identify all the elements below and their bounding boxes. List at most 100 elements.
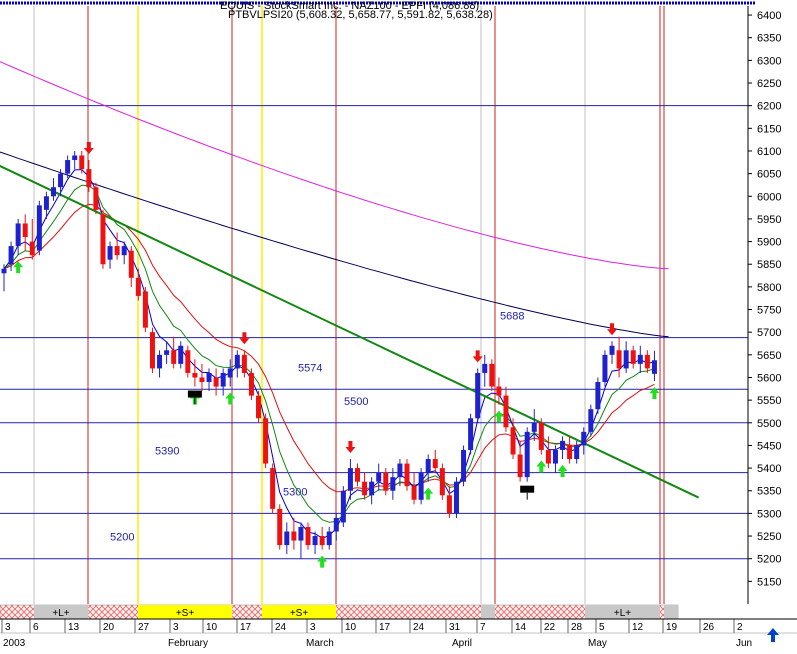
candle-body (241, 354, 247, 373)
y-tick-label: 6150 (757, 123, 781, 135)
candle-body (602, 354, 608, 383)
x-month-label: 2003 (3, 638, 26, 649)
band-row (0, 604, 679, 620)
y-tick-label: 6250 (757, 78, 781, 90)
candle-body (340, 490, 346, 523)
candle-body (58, 173, 64, 188)
y-tick-label: 5300 (757, 508, 781, 520)
y-tick-label: 5850 (757, 259, 781, 271)
candle-body (1, 268, 7, 274)
band-label: +L+ (52, 608, 69, 619)
x-day-label: 3 (310, 622, 316, 633)
candle-body (206, 372, 212, 383)
candle-body (256, 395, 262, 419)
band-label: +S+ (290, 608, 309, 619)
exit-marker-icon (187, 390, 202, 398)
candle-body (29, 241, 35, 256)
y-tick-label: 5150 (757, 576, 781, 588)
candle-body (489, 363, 495, 387)
y-tick-label: 6200 (757, 101, 781, 113)
candle-body (425, 459, 431, 473)
candle-body (637, 354, 643, 364)
candle-body (164, 350, 170, 355)
x-day-label: 24 (413, 622, 425, 633)
candle-body (560, 440, 566, 450)
candle-body (432, 459, 438, 469)
y-tick-label: 5200 (757, 554, 781, 566)
candle-body (312, 536, 318, 546)
candle-body (227, 368, 233, 378)
x-day-label: 6 (33, 622, 39, 633)
x-month-label: February (168, 638, 208, 649)
x-day-label: 26 (703, 622, 715, 633)
candle-body (552, 449, 558, 464)
candle-body (128, 250, 134, 278)
candle-body (121, 246, 127, 256)
y-tick-label: 6100 (757, 146, 781, 158)
level-label: 5500 (344, 396, 368, 408)
candle-body (50, 187, 56, 197)
candle-body (178, 345, 184, 364)
candle-body (199, 377, 205, 383)
y-tick-label: 5550 (757, 395, 781, 407)
candle-body (93, 187, 99, 210)
up-arrow-icon (767, 628, 779, 642)
x-day-label: 17 (240, 622, 252, 633)
candle-body (22, 223, 28, 238)
level-label: 5574 (298, 362, 322, 374)
x-day-label: 19 (666, 622, 678, 633)
y-tick-label: 6300 (757, 55, 781, 67)
candle-body (79, 155, 85, 170)
y-tick-label: 5900 (757, 237, 781, 249)
x-day-label: 20 (103, 622, 115, 633)
x-day-label: 14 (515, 622, 527, 633)
candle-body (355, 468, 360, 482)
candle-body (651, 360, 657, 374)
candle-body (545, 449, 551, 464)
candle-body (277, 508, 283, 546)
candle-body (220, 372, 226, 387)
x-day-label: 3 (173, 622, 179, 633)
candle-body (446, 495, 452, 514)
candle-body (86, 169, 92, 188)
candle-body (100, 214, 106, 265)
candle-body (581, 431, 587, 446)
candle-body (135, 277, 141, 296)
candle-body (319, 536, 325, 546)
plot-area (0, 6, 748, 604)
candle-body (234, 354, 240, 369)
candle-body (270, 468, 276, 509)
candle-body (383, 472, 389, 491)
candle-body (305, 526, 311, 546)
candle-body (65, 160, 71, 174)
x-month-label: Jun (736, 638, 752, 649)
x-day-label: 22 (544, 622, 556, 633)
y-tick-label: 5450 (757, 440, 781, 452)
candle-body (411, 486, 417, 500)
x-day-label: 10 (345, 622, 357, 633)
x-day-label: 3 (5, 622, 11, 633)
candle-body (588, 409, 594, 432)
candle-body (496, 386, 502, 396)
candle-body (36, 205, 42, 251)
candle-body (142, 291, 148, 328)
exit-marker-icon (520, 485, 535, 493)
candle-body (482, 363, 488, 373)
candle-body (468, 418, 474, 450)
candle-body (114, 246, 120, 256)
y-tick-label: 5750 (757, 305, 781, 317)
x-day-label: 17 (379, 622, 391, 633)
candle-body (418, 472, 424, 500)
candle-body (574, 445, 580, 460)
y-tick-label: 5400 (757, 463, 781, 475)
candle-body (333, 517, 339, 532)
x-day-label: 24 (275, 622, 287, 633)
candle-body (362, 481, 368, 496)
candle-body (157, 354, 163, 369)
band-label: +S+ (176, 608, 195, 619)
candle-body (595, 382, 601, 410)
y-tick-label: 6050 (757, 169, 781, 181)
candle-body (510, 427, 516, 455)
y-tick-label: 6350 (757, 33, 781, 45)
band-gray-small (481, 605, 495, 619)
